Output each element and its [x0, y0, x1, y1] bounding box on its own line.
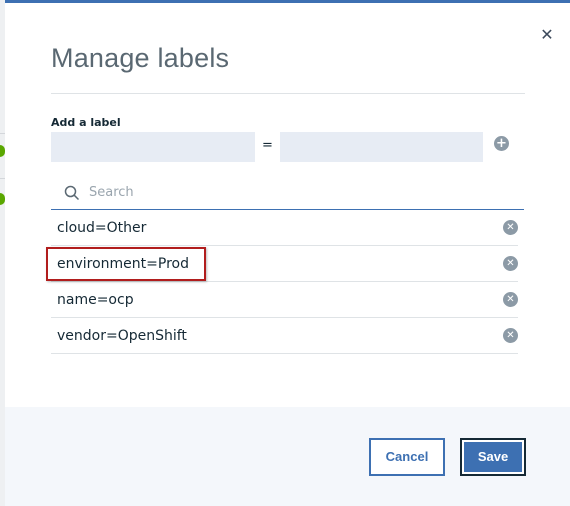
label-text: name=ocp	[57, 292, 134, 308]
save-button[interactable]: Save	[460, 438, 526, 476]
label-text: environment=Prod	[57, 256, 189, 272]
label-text: vendor=OpenShift	[57, 328, 187, 344]
page: ✕ Manage labels Add a label = + cloud=Ot…	[0, 0, 570, 506]
equals-separator: =	[262, 138, 273, 153]
modal-title: Manage labels	[51, 43, 230, 73]
label-row: vendor=OpenShift ✕	[51, 318, 518, 354]
remove-circle-icon[interactable]: ✕	[503, 256, 518, 271]
close-icon[interactable]: ✕	[539, 25, 555, 45]
add-label-heading: Add a label	[51, 116, 121, 129]
label-key-input[interactable]	[51, 132, 255, 162]
label-list: cloud=Other ✕ environment=Prod ✕ name=oc…	[51, 210, 518, 354]
label-row: environment=Prod ✕	[51, 246, 518, 282]
search-icon	[64, 185, 80, 201]
label-row: cloud=Other ✕	[51, 210, 518, 246]
title-divider	[51, 93, 525, 94]
remove-circle-icon[interactable]: ✕	[503, 292, 518, 307]
remove-circle-icon[interactable]: ✕	[503, 220, 518, 235]
label-text: cloud=Other	[57, 220, 147, 236]
label-row: name=ocp ✕	[51, 282, 518, 318]
search-input[interactable]	[89, 176, 519, 208]
cancel-button[interactable]: Cancel	[369, 438, 445, 476]
add-circle-icon[interactable]: +	[494, 136, 509, 151]
search-field	[51, 176, 524, 210]
remove-circle-icon[interactable]: ✕	[503, 328, 518, 343]
label-value-input[interactable]	[280, 132, 483, 162]
